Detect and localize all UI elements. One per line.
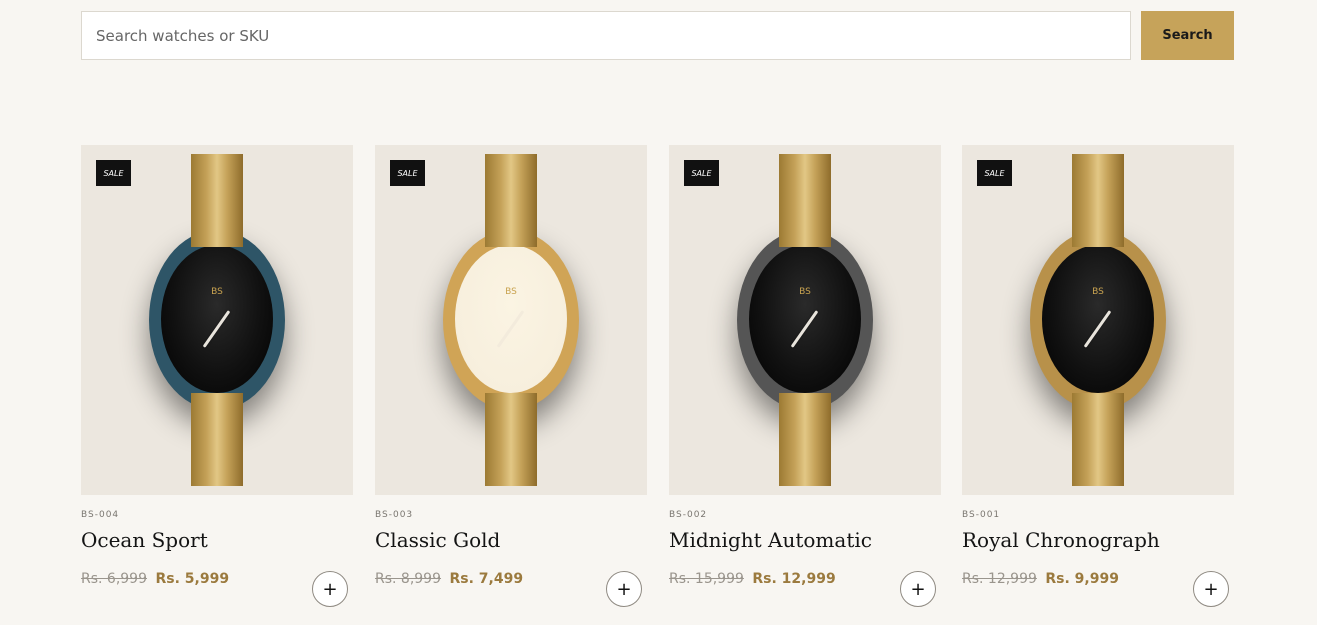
watch-strap-bottom (191, 393, 243, 486)
watch-face (749, 245, 861, 393)
product-sku: BS-002 (669, 510, 708, 520)
product-image[interactable]: BS SALE (669, 145, 941, 495)
add-to-cart-button[interactable]: + (606, 571, 642, 607)
watch-face (1042, 245, 1154, 393)
product-card[interactable]: BS SALE BS-004 Ocean Sport Rs. 6,999 Rs.… (81, 145, 353, 625)
original-price: Rs. 12,999 (962, 571, 1037, 587)
watch-brand-mark: BS (505, 287, 517, 297)
watch-strap-top (191, 154, 243, 247)
watch-strap-top (779, 154, 831, 247)
add-to-cart-button[interactable]: + (312, 571, 348, 607)
product-sku: BS-004 (81, 510, 120, 520)
product-image[interactable]: BS SALE (962, 145, 1234, 495)
original-price: Rs. 6,999 (81, 571, 148, 587)
watch-strap-top (485, 154, 537, 247)
watch-brand-mark: BS (799, 287, 811, 297)
product-card[interactable]: BS SALE BS-002 Midnight Automatic Rs. 15… (669, 145, 941, 625)
sale-badge: SALE (96, 160, 131, 186)
product-name[interactable]: Ocean Sport (81, 528, 208, 552)
product-name[interactable]: Midnight Automatic (669, 528, 872, 552)
watch-brand-mark: BS (1092, 287, 1104, 297)
sale-price: Rs. 5,999 (155, 571, 230, 587)
watch-strap-bottom (485, 393, 537, 486)
price-row: Rs. 15,999 Rs. 12,999 (669, 571, 836, 587)
product-card[interactable]: BS SALE BS-003 Classic Gold Rs. 8,999 Rs… (375, 145, 647, 625)
sale-price: Rs. 9,999 (1045, 571, 1119, 587)
watch-strap-bottom (779, 393, 831, 486)
sale-badge: SALE (684, 160, 719, 186)
search-input[interactable] (81, 11, 1131, 60)
sale-price: Rs. 7,499 (449, 571, 524, 587)
watch-strap-bottom (1072, 393, 1124, 486)
price-row: Rs. 6,999 Rs. 5,999 (81, 571, 229, 587)
search-button[interactable]: Search (1141, 11, 1234, 60)
watch-strap-top (1072, 154, 1124, 247)
watch-face (455, 245, 567, 393)
price-row: Rs. 8,999 Rs. 7,499 (375, 571, 523, 587)
product-grid: BS SALE BS-004 Ocean Sport Rs. 6,999 Rs.… (81, 145, 1234, 625)
product-image[interactable]: BS SALE (81, 145, 353, 495)
search-bar: Search (81, 11, 1234, 60)
add-to-cart-button[interactable]: + (1193, 571, 1229, 607)
original-price: Rs. 15,999 (669, 571, 744, 587)
sale-badge: SALE (977, 160, 1012, 186)
sale-badge: SALE (390, 160, 425, 186)
product-image[interactable]: BS SALE (375, 145, 647, 495)
price-row: Rs. 12,999 Rs. 9,999 (962, 571, 1119, 587)
product-sku: BS-003 (375, 510, 414, 520)
product-name[interactable]: Classic Gold (375, 528, 500, 552)
product-sku: BS-001 (962, 510, 1001, 520)
watch-face (161, 245, 273, 393)
sale-price: Rs. 12,999 (752, 571, 836, 587)
product-name[interactable]: Royal Chronograph (962, 528, 1160, 552)
add-to-cart-button[interactable]: + (900, 571, 936, 607)
watch-brand-mark: BS (211, 287, 223, 297)
product-card[interactable]: BS SALE BS-001 Royal Chronograph Rs. 12,… (962, 145, 1234, 625)
original-price: Rs. 8,999 (375, 571, 442, 587)
